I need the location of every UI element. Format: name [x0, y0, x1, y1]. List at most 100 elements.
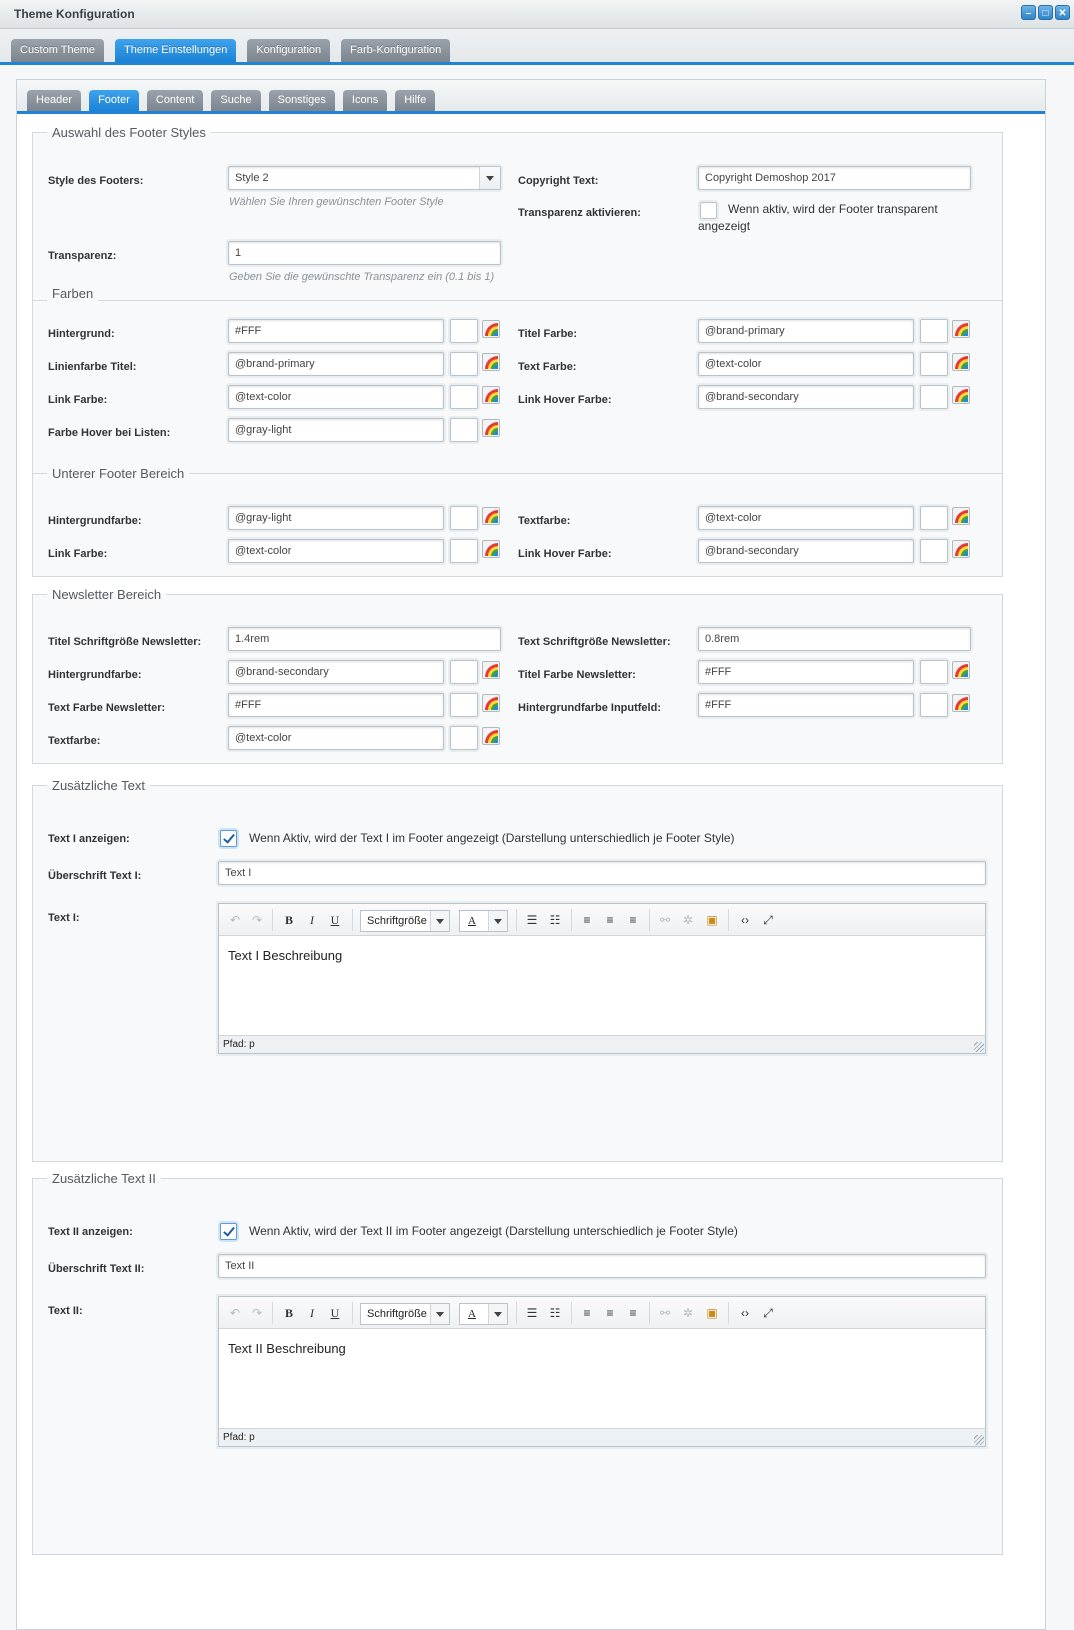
color-picker-icon[interactable] [952, 507, 970, 525]
text-farbe-input[interactable]: @text-color [698, 352, 914, 376]
resize-grip-icon[interactable] [974, 1435, 984, 1445]
color-picker-icon[interactable] [952, 694, 970, 712]
tab-konfiguration[interactable]: Konfiguration [247, 39, 331, 62]
maximize-icon[interactable]: □ [1038, 5, 1053, 20]
italic-icon[interactable]: I [304, 910, 320, 930]
italic-icon[interactable]: I [304, 1303, 320, 1323]
hintergrund-swatch[interactable] [450, 319, 478, 343]
chevron-down-icon[interactable] [488, 1304, 507, 1324]
color-picker-icon[interactable] [482, 661, 500, 679]
chevron-down-icon[interactable] [430, 911, 449, 931]
chevron-down-icon[interactable] [479, 167, 500, 189]
link-hover-input[interactable]: @brand-secondary [698, 385, 914, 409]
tab-farb-konfiguration[interactable]: Farb-Konfiguration [341, 39, 451, 62]
nl-titel-farbe-input[interactable]: #FFF [698, 660, 914, 684]
undo-icon[interactable]: ↶ [227, 1303, 243, 1323]
color-picker-icon[interactable] [482, 694, 500, 712]
hover-listen-input[interactable]: @gray-light [228, 418, 444, 442]
unlink-icon[interactable]: ✲ [680, 910, 696, 930]
numbered-list-icon[interactable]: ☷ [546, 910, 564, 930]
unterer-text-swatch[interactable] [920, 506, 948, 530]
color-picker-icon[interactable] [952, 353, 970, 371]
image-icon[interactable]: ▣ [703, 910, 721, 930]
tab-theme-einstellungen[interactable]: Theme Einstellungen [115, 39, 237, 62]
transparenz-input[interactable]: 1 [228, 241, 501, 265]
unterer-link-swatch[interactable] [450, 539, 478, 563]
color-picker-icon[interactable] [952, 386, 970, 404]
text1-show-checkbox[interactable] [220, 830, 237, 847]
bullet-list-icon[interactable]: ☰ [523, 1303, 541, 1323]
nl-titel-farbe-swatch[interactable] [920, 660, 948, 684]
font-size-select[interactable]: Schriftgröße [360, 910, 450, 932]
unterer-text-input[interactable]: @text-color [698, 506, 914, 530]
color-picker-icon[interactable] [482, 727, 500, 745]
text1-heading-input[interactable]: Text I [218, 861, 986, 885]
redo-icon[interactable]: ↷ [249, 910, 265, 930]
bold-icon[interactable]: B [281, 1303, 297, 1323]
color-picker-icon[interactable] [952, 540, 970, 558]
text2-editor-body[interactable]: Text II Beschreibung [219, 1330, 985, 1367]
text2-heading-input[interactable]: Text II [218, 1254, 986, 1278]
color-picker-icon[interactable] [482, 507, 500, 525]
nl-textfarbe-swatch[interactable] [450, 726, 478, 750]
text-color-select[interactable]: A [459, 1303, 508, 1325]
subtab-footer[interactable]: Footer [89, 90, 139, 111]
nl-text-farbe-input[interactable]: #FFF [228, 693, 444, 717]
nl-text-size-input[interactable]: 0.8rem [698, 627, 971, 651]
image-icon[interactable]: ▣ [703, 1303, 721, 1323]
unterer-link-input[interactable]: @text-color [228, 539, 444, 563]
subtab-header[interactable]: Header [27, 90, 82, 111]
tab-custom-theme[interactable]: Custom Theme [11, 39, 104, 62]
color-picker-icon[interactable] [952, 661, 970, 679]
redo-icon[interactable]: ↷ [249, 1303, 265, 1323]
linienfarbe-swatch[interactable] [450, 352, 478, 376]
color-picker-icon[interactable] [482, 540, 500, 558]
underline-icon[interactable]: U [327, 910, 343, 930]
undo-icon[interactable]: ↶ [227, 910, 243, 930]
fullscreen-icon[interactable]: ⤢ [759, 1303, 777, 1323]
nl-text-farbe-swatch[interactable] [450, 693, 478, 717]
source-code-icon[interactable]: ‹› [736, 1303, 754, 1323]
align-left-icon[interactable]: ≡ [579, 910, 595, 930]
underline-icon[interactable]: U [327, 1303, 343, 1323]
chevron-down-icon[interactable] [488, 911, 507, 931]
align-right-icon[interactable]: ≡ [625, 1303, 641, 1323]
color-picker-icon[interactable] [482, 353, 500, 371]
bold-icon[interactable]: B [281, 910, 297, 930]
copyright-input[interactable]: Copyright Demoshop 2017 [698, 166, 971, 190]
hintergrund-input[interactable]: #FFF [228, 319, 444, 343]
align-right-icon[interactable]: ≡ [625, 910, 641, 930]
color-picker-icon[interactable] [482, 386, 500, 404]
text-farbe-swatch[interactable] [920, 352, 948, 376]
text2-show-checkbox[interactable] [220, 1223, 237, 1240]
unterer-hover-input[interactable]: @brand-secondary [698, 539, 914, 563]
fullscreen-icon[interactable]: ⤢ [759, 910, 777, 930]
nl-titel-size-input[interactable]: 1.4rem [228, 627, 501, 651]
source-code-icon[interactable]: ‹› [736, 910, 754, 930]
color-picker-icon[interactable] [482, 320, 500, 338]
unterer-bg-swatch[interactable] [450, 506, 478, 530]
minimize-icon[interactable]: – [1021, 5, 1036, 20]
linienfarbe-input[interactable]: @brand-primary [228, 352, 444, 376]
titel-farbe-swatch[interactable] [920, 319, 948, 343]
link-icon[interactable]: ⚯ [657, 1303, 673, 1323]
nl-bg-input[interactable]: @brand-secondary [228, 660, 444, 684]
nl-bg-swatch[interactable] [450, 660, 478, 684]
nl-input-bg-input[interactable]: #FFF [698, 693, 914, 717]
bullet-list-icon[interactable]: ☰ [523, 910, 541, 930]
link-hover-swatch[interactable] [920, 385, 948, 409]
color-picker-icon[interactable] [952, 320, 970, 338]
resize-grip-icon[interactable] [974, 1042, 984, 1052]
align-left-icon[interactable]: ≡ [579, 1303, 595, 1323]
text1-editor-body[interactable]: Text I Beschreibung [219, 937, 985, 974]
unterer-bg-input[interactable]: @gray-light [228, 506, 444, 530]
close-icon[interactable]: ✕ [1055, 5, 1070, 20]
nl-input-bg-swatch[interactable] [920, 693, 948, 717]
link-farbe-swatch[interactable] [450, 385, 478, 409]
subtab-hilfe[interactable]: Hilfe [395, 90, 436, 111]
subtab-sonstiges[interactable]: Sonstiges [268, 90, 335, 111]
titel-farbe-input[interactable]: @brand-primary [698, 319, 914, 343]
text-color-select[interactable]: A [459, 910, 508, 932]
align-center-icon[interactable]: ≡ [602, 910, 618, 930]
unlink-icon[interactable]: ✲ [680, 1303, 696, 1323]
